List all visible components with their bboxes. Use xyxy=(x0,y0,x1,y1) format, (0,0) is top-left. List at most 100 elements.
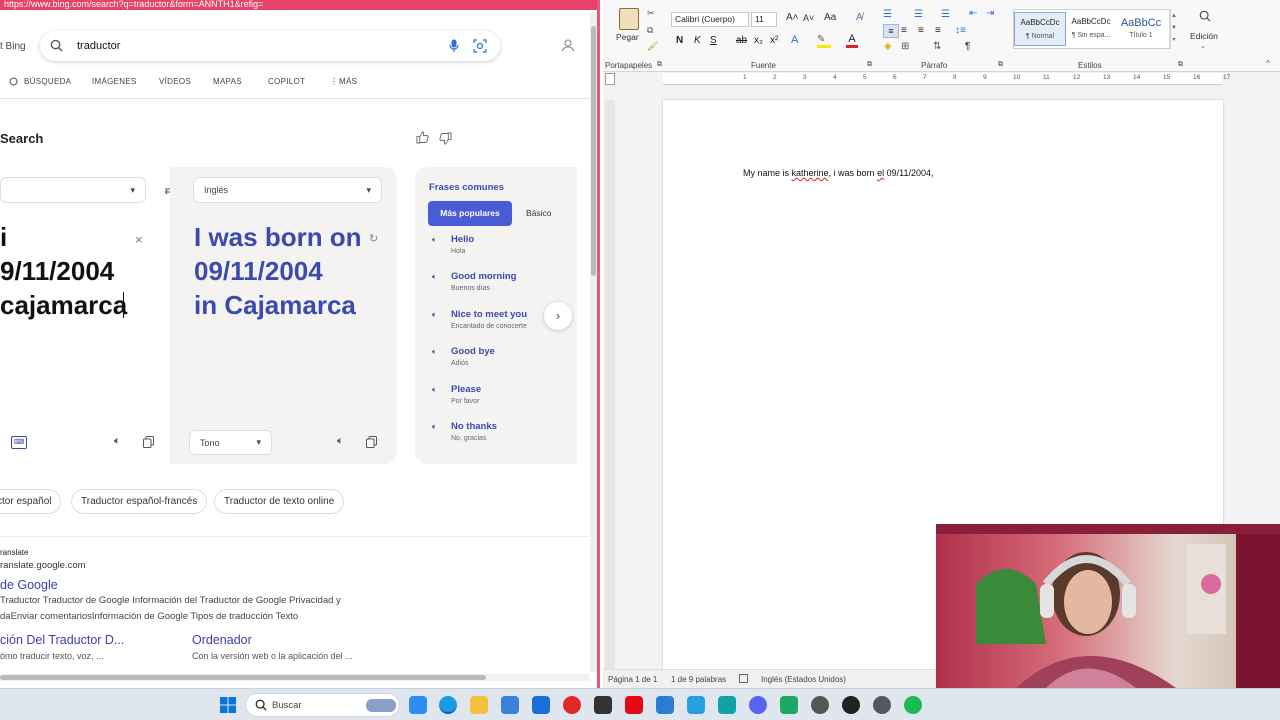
tone-select[interactable]: Tono ▾ xyxy=(189,430,272,455)
underline-icon[interactable]: S xyxy=(710,35,717,46)
chevron-right-icon[interactable]: › xyxy=(544,302,572,330)
related-search-chip[interactable]: Traductor español-francés xyxy=(71,489,208,514)
phrase-item[interactable]: 🔈︎ Please Por favor xyxy=(429,384,569,405)
app-icon[interactable] xyxy=(811,696,829,714)
phrase-item[interactable]: 🔈︎ No thanks No, gracias xyxy=(429,421,569,442)
paste-icon[interactable] xyxy=(619,8,639,30)
phrase-item[interactable]: 🔈︎ Hello Hola xyxy=(429,234,569,255)
copilot-app-icon[interactable] xyxy=(409,696,427,714)
cut-icon[interactable]: ✂ xyxy=(647,8,655,19)
multilevel-list-icon[interactable]: ☰ xyxy=(941,9,950,20)
scrollbar-thumb[interactable] xyxy=(591,26,596,276)
shading-icon[interactable]: ◈ xyxy=(884,41,892,52)
clear-text-icon[interactable]: × xyxy=(135,232,143,247)
find-icon[interactable] xyxy=(1199,10,1211,22)
visual-search-icon[interactable] xyxy=(473,39,487,53)
app-icon[interactable] xyxy=(687,696,705,714)
bing-logo[interactable]: t Bing xyxy=(0,41,26,52)
speaker-icon[interactable]: 🔈︎ xyxy=(432,310,437,320)
search-box[interactable]: traductor xyxy=(40,31,500,61)
font-color-icon[interactable]: A xyxy=(846,34,858,48)
phrase-item[interactable]: 🔈︎ Good bye Adiós xyxy=(429,346,569,367)
result-url[interactable]: ranslate.google.com xyxy=(0,560,86,571)
source-language-select[interactable]: ▾ xyxy=(0,177,146,203)
vertical-ruler[interactable] xyxy=(605,100,615,670)
copy-icon[interactable]: ⧉ xyxy=(647,25,653,36)
dialog-launcher-icon[interactable]: ⧉ xyxy=(1178,61,1183,69)
related-search-chip[interactable]: ctor español xyxy=(0,489,62,514)
address-bar[interactable]: https://www.bing.com/search?q=traductor&… xyxy=(0,0,597,10)
file-explorer-icon[interactable] xyxy=(470,696,488,714)
spotify-app-icon[interactable] xyxy=(904,696,922,714)
shrink-font-icon[interactable]: A˅ xyxy=(803,13,814,23)
justify-icon[interactable]: ≡ xyxy=(935,25,941,36)
windows-start-icon[interactable] xyxy=(219,696,237,714)
result-title-link[interactable]: de Google xyxy=(0,578,58,592)
superscript-icon[interactable]: x² xyxy=(770,35,778,46)
styles-scroll-icon[interactable]: ▲ ▼ ▾ xyxy=(1169,10,1178,48)
bold-icon[interactable]: N xyxy=(676,35,683,46)
sublink-title[interactable]: Ordenador xyxy=(192,633,252,647)
italic-icon[interactable]: K xyxy=(694,35,701,46)
align-left-icon[interactable]: ≡ xyxy=(883,24,899,38)
word-app-icon[interactable] xyxy=(656,696,674,714)
horizontal-ruler[interactable]: 1 2 3 4 5 6 7 8 9 10 11 12 13 14 15 16 17 xyxy=(663,73,1230,85)
numbering-icon[interactable]: ☰ xyxy=(914,9,923,20)
obs-app-icon[interactable] xyxy=(842,696,860,714)
edge-app-icon[interactable] xyxy=(439,696,457,714)
speaker-icon[interactable]: 🔈︎ xyxy=(432,422,437,432)
document-text[interactable]: My name is katherine, i was born el 09/1… xyxy=(743,168,933,178)
highlight-color-icon[interactable]: ✎ xyxy=(817,34,831,48)
align-center-icon[interactable]: ≡ xyxy=(901,25,907,36)
paste-button[interactable]: Pegar xyxy=(616,32,639,42)
refresh-icon[interactable]: ↻ xyxy=(369,232,378,245)
account-icon[interactable] xyxy=(561,38,575,52)
decrease-indent-icon[interactable]: ⇤ xyxy=(969,8,977,19)
tab-most-popular[interactable]: Más populares xyxy=(428,201,512,226)
editing-button[interactable]: Edición xyxy=(1190,31,1218,41)
tab-search[interactable]: BÚSQUEDA xyxy=(24,77,71,86)
align-right-icon[interactable]: ≡ xyxy=(918,25,924,36)
tab-images[interactable]: IMÁGENES xyxy=(92,77,137,86)
style-heading-1[interactable]: AaBbCc Título 1 xyxy=(1115,12,1167,46)
bullets-icon[interactable]: ☰ xyxy=(883,9,892,20)
netflix-app-icon[interactable] xyxy=(625,696,643,714)
dialog-launcher-icon[interactable]: ⧉ xyxy=(657,61,662,69)
word-count[interactable]: 1 de 9 palabras xyxy=(671,675,726,684)
font-name-select[interactable]: Calibri (Cuerpo) xyxy=(671,12,749,27)
store-app-icon[interactable] xyxy=(501,696,519,714)
taskbar-search-input[interactable]: Buscar xyxy=(272,700,302,711)
style-no-spacing[interactable]: AaBbCcDc ¶ Sin espa... xyxy=(1065,12,1117,46)
settings-app-icon[interactable] xyxy=(873,696,891,714)
tab-maps[interactable]: MAPAS xyxy=(213,77,242,86)
proofing-icon[interactable] xyxy=(739,674,748,683)
increase-indent-icon[interactable]: ⇥ xyxy=(986,8,994,19)
speaker-icon[interactable]: 🔈︎ xyxy=(432,235,437,245)
copy-icon[interactable] xyxy=(366,436,377,448)
vertical-scrollbar[interactable] xyxy=(590,12,597,672)
mail-app-icon[interactable] xyxy=(532,696,550,714)
show-formatting-icon[interactable]: ¶ xyxy=(965,41,970,52)
speaker-icon[interactable]: 🔈︎ xyxy=(432,272,437,282)
tab-selector-icon[interactable] xyxy=(605,73,615,85)
collapse-ribbon-icon[interactable]: ^ xyxy=(1266,59,1270,68)
related-search-chip[interactable]: Traductor de texto online xyxy=(214,489,345,514)
taskbar-search[interactable]: Buscar xyxy=(245,693,400,717)
app-icon[interactable] xyxy=(718,696,736,714)
target-language-select[interactable]: Inglés ▾ xyxy=(193,177,382,203)
thumbs-down-icon[interactable] xyxy=(439,132,452,145)
change-case-icon[interactable]: Aa xyxy=(824,12,836,23)
subscript-icon[interactable]: x₂ xyxy=(754,35,763,46)
opera-app-icon[interactable] xyxy=(563,696,581,714)
tiktok-app-icon[interactable] xyxy=(594,696,612,714)
thumbs-up-icon[interactable] xyxy=(416,131,429,144)
style-normal[interactable]: AaBbCcDc ¶ Normal xyxy=(1014,12,1066,46)
strikethrough-icon[interactable]: ab xyxy=(736,35,747,46)
dialog-launcher-icon[interactable]: ⧉ xyxy=(998,61,1003,69)
speaker-icon[interactable]: 🔈︎ xyxy=(432,385,437,395)
phrase-item[interactable]: 🔈︎ Good morning Buenos días xyxy=(429,271,569,292)
speaker-icon[interactable]: 🔈︎ xyxy=(432,347,437,357)
scrollbar-thumb[interactable] xyxy=(0,675,486,680)
app-icon[interactable] xyxy=(780,696,798,714)
font-size-select[interactable]: 11 xyxy=(751,12,777,27)
